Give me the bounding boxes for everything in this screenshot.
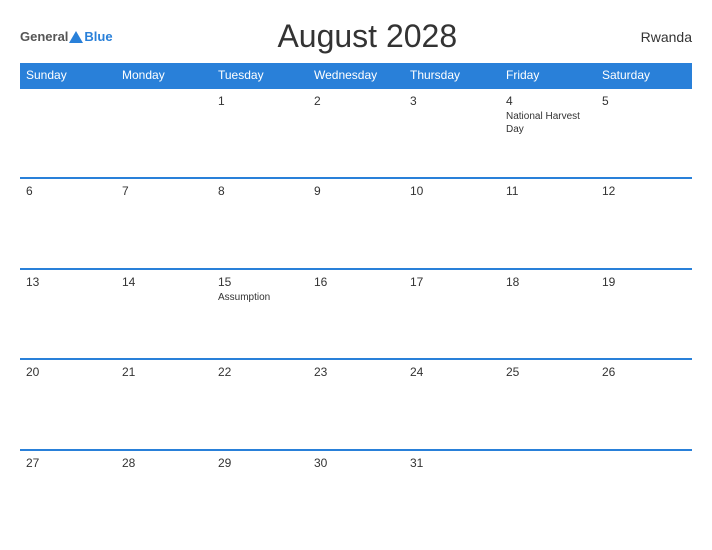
calendar-cell: 15 Assumption (212, 269, 308, 359)
day-number: 18 (506, 275, 590, 289)
day-number: 24 (410, 365, 494, 379)
logo: General Blue (20, 29, 113, 44)
logo-blue: Blue (84, 29, 112, 44)
calendar-cell (116, 88, 212, 178)
calendar-cell: 9 (308, 178, 404, 268)
day-number: 20 (26, 365, 110, 379)
calendar-cell: 28 (116, 450, 212, 540)
calendar-week-row: 6789 10 11 12 (20, 178, 692, 268)
weekday-header: Thursday (404, 63, 500, 88)
day-number: 2 (314, 94, 398, 108)
calendar-cell: 10 (404, 178, 500, 268)
day-number: 28 (122, 456, 206, 470)
calendar-cell: 18 (500, 269, 596, 359)
weekday-header: Friday (500, 63, 596, 88)
day-number: 21 (122, 365, 206, 379)
calendar-cell: 31 (404, 450, 500, 540)
calendar-cell: 20 (20, 359, 116, 449)
calendar-header: SundayMondayTuesdayWednesdayThursdayFrid… (20, 63, 692, 88)
header: General Blue August 2028 Rwanda (20, 18, 692, 55)
calendar-cell: 23 (308, 359, 404, 449)
day-number: 22 (218, 365, 302, 379)
weekday-header: Tuesday (212, 63, 308, 88)
calendar-cell (20, 88, 116, 178)
weekday-header: Sunday (20, 63, 116, 88)
day-number: 12 (602, 184, 686, 198)
calendar-cell: 24 (404, 359, 500, 449)
calendar-cell: 17 (404, 269, 500, 359)
calendar-cell: 19 (596, 269, 692, 359)
day-number: 30 (314, 456, 398, 470)
day-number: 14 (122, 275, 206, 289)
weekday-header: Saturday (596, 63, 692, 88)
day-number: 23 (314, 365, 398, 379)
calendar-cell: 12 (596, 178, 692, 268)
calendar-cell: 14 (116, 269, 212, 359)
calendar-cell (596, 450, 692, 540)
calendar-cell: 13 (20, 269, 116, 359)
day-number: 7 (122, 184, 206, 198)
calendar-cell: 2 (308, 88, 404, 178)
logo-triangle-icon (69, 31, 83, 43)
day-number: 3 (410, 94, 494, 108)
calendar-week-row: 20 21 22 23 24 25 26 (20, 359, 692, 449)
day-number: 29 (218, 456, 302, 470)
calendar-cell (500, 450, 596, 540)
day-number: 19 (602, 275, 686, 289)
calendar-body: 1234National Harvest Day5678910111213141… (20, 88, 692, 540)
day-number: 9 (314, 184, 398, 198)
day-number: 16 (314, 275, 398, 289)
calendar-cell: 11 (500, 178, 596, 268)
calendar-cell: 6 (20, 178, 116, 268)
calendar-page: General Blue August 2028 Rwanda SundayMo… (0, 0, 712, 550)
calendar-cell: 8 (212, 178, 308, 268)
day-number: 26 (602, 365, 686, 379)
calendar-week-row: 27 28 29 30 31 (20, 450, 692, 540)
calendar-cell: 5 (596, 88, 692, 178)
day-number: 6 (26, 184, 110, 198)
calendar-week-row: 13 14 15 Assumption 16 17 18 19 (20, 269, 692, 359)
weekday-row: SundayMondayTuesdayWednesdayThursdayFrid… (20, 63, 692, 88)
calendar-cell: 25 (500, 359, 596, 449)
country-label: Rwanda (622, 29, 692, 45)
weekday-header: Monday (116, 63, 212, 88)
day-number: 31 (410, 456, 494, 470)
holiday-label: National Harvest Day (506, 110, 590, 136)
calendar-title: August 2028 (113, 18, 622, 55)
calendar-cell: 3 (404, 88, 500, 178)
calendar-table: SundayMondayTuesdayWednesdayThursdayFrid… (20, 63, 692, 540)
calendar-cell: 27 (20, 450, 116, 540)
day-number: 4 (506, 94, 590, 108)
day-number: 27 (26, 456, 110, 470)
logo-general: General (20, 29, 68, 44)
calendar-cell: 1 (212, 88, 308, 178)
day-number: 10 (410, 184, 494, 198)
day-number: 25 (506, 365, 590, 379)
calendar-cell: 26 (596, 359, 692, 449)
calendar-week-row: 1234 National Harvest Day 5 (20, 88, 692, 178)
calendar-cell: 4 National Harvest Day (500, 88, 596, 178)
calendar-cell: 30 (308, 450, 404, 540)
day-number: 8 (218, 184, 302, 198)
day-number: 15 (218, 275, 302, 289)
weekday-header: Wednesday (308, 63, 404, 88)
day-number: 11 (506, 184, 590, 198)
holiday-label: Assumption (218, 291, 302, 304)
day-number: 17 (410, 275, 494, 289)
calendar-cell: 21 (116, 359, 212, 449)
day-number: 13 (26, 275, 110, 289)
calendar-cell: 29 (212, 450, 308, 540)
calendar-cell: 7 (116, 178, 212, 268)
calendar-cell: 22 (212, 359, 308, 449)
day-number: 5 (602, 94, 686, 108)
day-number: 1 (218, 94, 302, 108)
calendar-cell: 16 (308, 269, 404, 359)
